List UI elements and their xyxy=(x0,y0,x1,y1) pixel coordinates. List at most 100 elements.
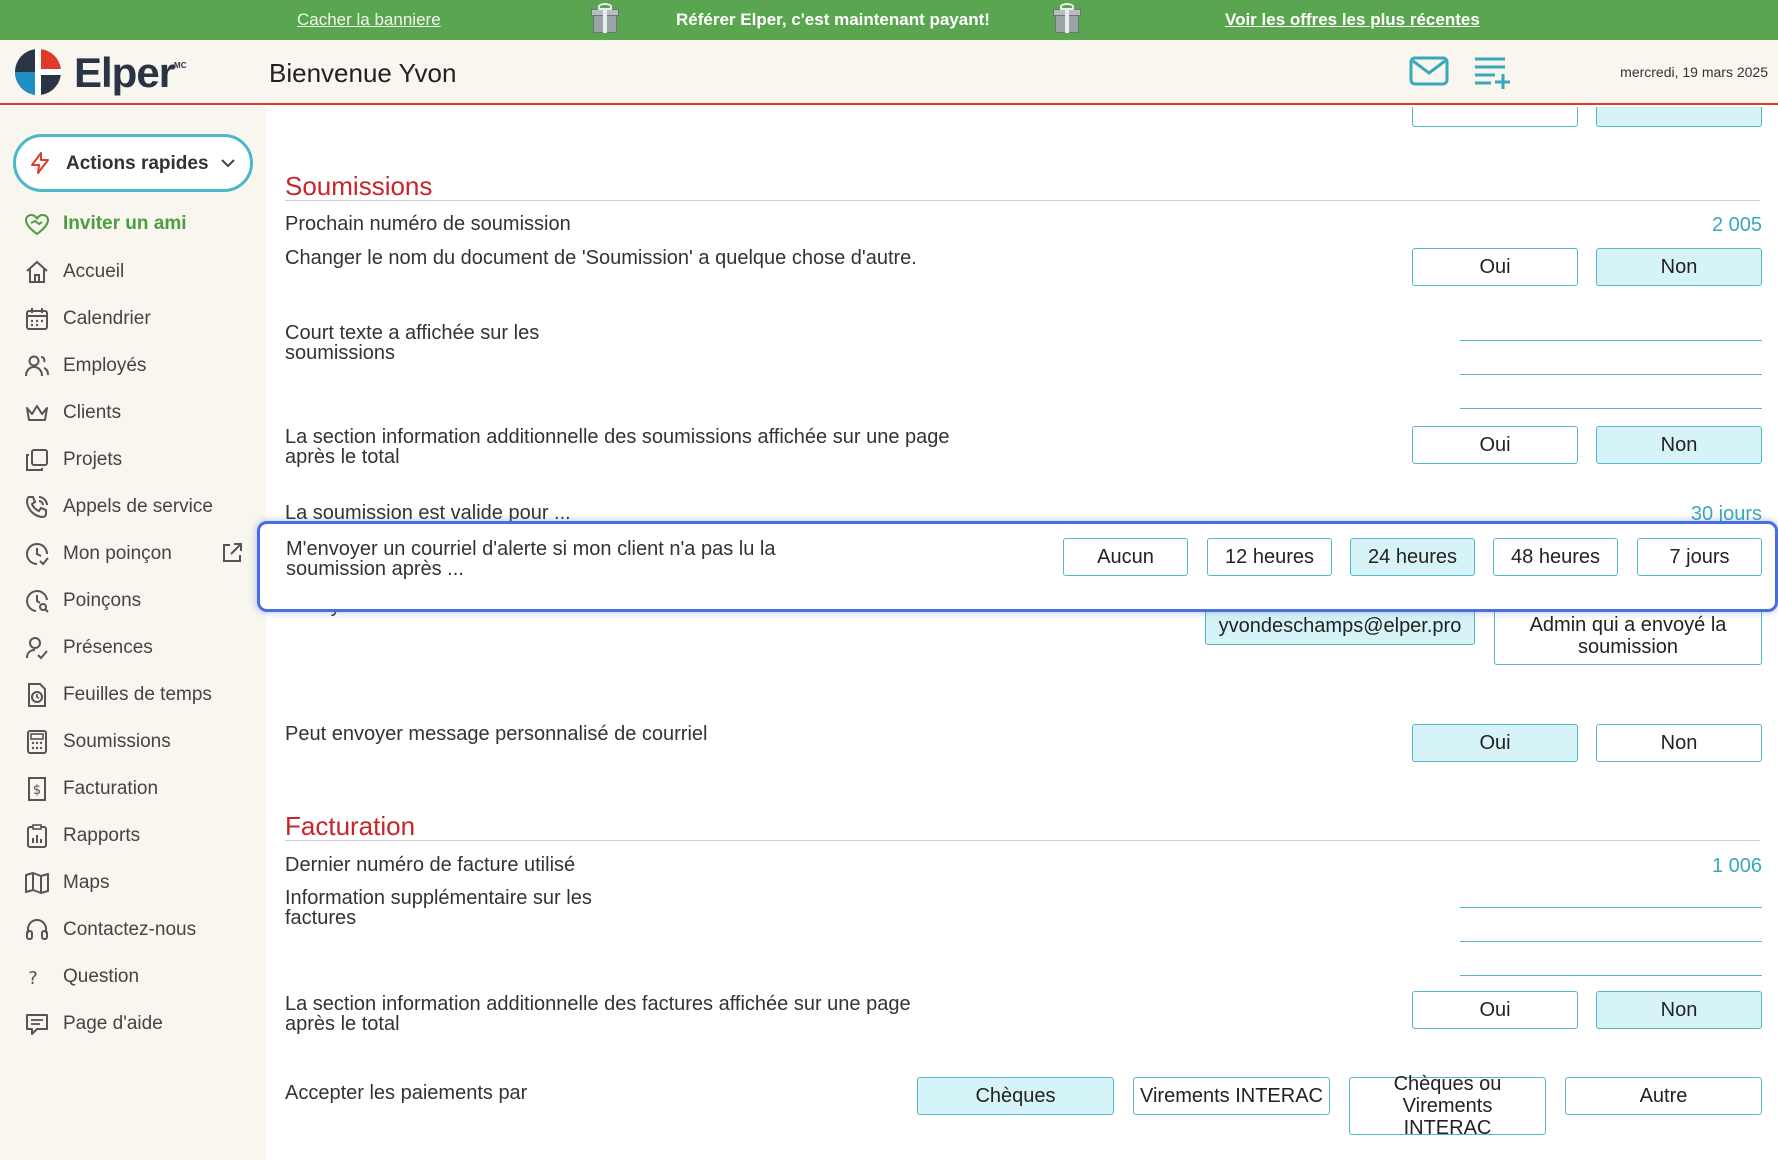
alert-delay-label: M'envoyer un courriel d'alerte si mon cl… xyxy=(286,538,776,580)
alert-option-24h[interactable]: 24 heures xyxy=(1350,538,1475,576)
headset-icon xyxy=(26,919,48,940)
alert-admin-button[interactable]: Admin qui a envoyé la soumission xyxy=(1494,607,1762,665)
last-invoice-number-label: Dernier numéro de facture utilisé xyxy=(285,854,576,876)
payment-interac-button[interactable]: Virements INTERAC xyxy=(1133,1077,1330,1115)
top-header: ElperMC Bienvenue Yvon mercredi, 19 mars… xyxy=(0,40,1778,105)
users-icon xyxy=(25,355,49,377)
sidebar-item-accueil[interactable]: Accueil xyxy=(24,255,254,289)
sidebar-item-soumissions[interactable]: Soumissions xyxy=(24,725,254,759)
invoice-info-yes-button[interactable]: Oui xyxy=(1412,991,1578,1029)
rename-yes-button[interactable]: Oui xyxy=(1412,248,1578,286)
sidebar-item-appels-service[interactable]: Appels de service xyxy=(24,490,254,524)
quote-info-yes-button[interactable]: Oui xyxy=(1412,426,1578,464)
sidebar-item-employes[interactable]: Employés xyxy=(24,349,254,383)
next-quote-number-label: Prochain numéro de soumission xyxy=(285,213,571,235)
short-text-input-line-3[interactable] xyxy=(1460,408,1762,409)
latest-offers-link[interactable]: Voir les offres les plus récentes xyxy=(1225,10,1480,30)
add-task-list-icon[interactable] xyxy=(1473,54,1511,90)
gift-icon xyxy=(590,3,620,35)
sidebar-item-page-aide[interactable]: Page d'aide xyxy=(24,1007,254,1041)
promo-banner: Cacher la banniere Référer Elper, c'est … xyxy=(0,0,1778,40)
sidebar-item-projets[interactable]: Projets xyxy=(24,443,254,477)
section-divider xyxy=(285,200,1760,201)
short-text-input-line-1[interactable] xyxy=(1460,340,1762,341)
calculator-icon xyxy=(27,730,47,754)
logo-wordmark: ElperMC xyxy=(74,49,187,96)
sidebar-item-question[interactable]: ? Question xyxy=(24,960,254,994)
alert-option-48h[interactable]: 48 heures xyxy=(1493,538,1618,576)
custom-message-no-button[interactable]: Non xyxy=(1596,724,1762,762)
sidebar-item-label: Clients xyxy=(63,402,122,423)
facturation-section-title: Facturation xyxy=(285,811,416,841)
clock-search-icon xyxy=(26,590,49,613)
quote-info-no-button[interactable]: Non xyxy=(1596,426,1762,464)
sidebar-item-label: Page d'aide xyxy=(63,1013,163,1034)
next-quote-number-value[interactable]: 2 005 xyxy=(1712,214,1762,237)
invoice-extra-input-line-3[interactable] xyxy=(1460,975,1762,976)
copy-icon xyxy=(26,449,48,471)
sidebar-item-poincons[interactable]: Poinçons xyxy=(24,584,254,618)
sidebar-item-label: Poinçons xyxy=(63,590,142,611)
receipt-dollar-icon: $ xyxy=(28,777,46,801)
sidebar-item-contactez-nous[interactable]: Contactez-nous xyxy=(24,913,254,947)
rename-document-label: Changer le nom du document de 'Soumissio… xyxy=(285,247,917,269)
sidebar-item-presences[interactable]: Présences xyxy=(24,631,254,665)
sidebar-item-label: Projets xyxy=(63,449,123,470)
alert-delay-row-highlight: M'envoyer un courriel d'alerte si mon cl… xyxy=(257,521,1778,612)
sidebar-item-maps[interactable]: Maps xyxy=(24,866,254,900)
quick-actions-label: Actions rapides xyxy=(66,153,209,174)
file-clock-icon xyxy=(28,683,46,707)
invoice-extra-info-label: Information supplémentaire sur les factur… xyxy=(285,887,592,929)
heart-handshake-icon xyxy=(24,213,50,236)
alert-email-button[interactable]: yvondeschamps@elper.pro xyxy=(1205,607,1475,645)
message-help-icon xyxy=(26,1014,48,1035)
sidebar-item-clients[interactable]: Clients xyxy=(24,396,254,430)
short-text-input-line-2[interactable] xyxy=(1460,374,1762,375)
sidebar-item-label: Calendrier xyxy=(63,308,151,329)
lightning-icon xyxy=(31,152,49,174)
invoice-info-no-button[interactable]: Non xyxy=(1596,991,1762,1029)
question-mark-icon: ? xyxy=(28,968,38,989)
sidebar-item-label: Question xyxy=(63,966,140,987)
svg-text:?: ? xyxy=(28,968,38,989)
welcome-text: Bienvenue Yvon xyxy=(269,58,457,88)
crown-icon xyxy=(26,405,48,421)
payment-cheques-or-interac-button[interactable]: Chèques ou Virements INTERAC xyxy=(1349,1073,1546,1139)
custom-email-message-label: Peut envoyer message personnalisé de cou… xyxy=(285,723,708,745)
sidebar-item-label: Mon poinçon xyxy=(63,543,172,564)
alert-option-12h[interactable]: 12 heures xyxy=(1207,538,1332,576)
sidebar-item-label: Rapports xyxy=(63,825,141,846)
sidebar-item-mon-poincon[interactable]: Mon poinçon xyxy=(24,537,254,571)
quick-actions-button[interactable]: Actions rapides xyxy=(13,134,253,192)
invoice-extra-input-line-1[interactable] xyxy=(1460,907,1762,908)
settings-content: Soumissions Prochain numéro de soumissio… xyxy=(266,107,1778,1160)
gift-icon xyxy=(1052,3,1082,35)
map-icon xyxy=(25,872,49,894)
section-divider xyxy=(285,840,1760,841)
sidebar-item-invite-friend[interactable]: Inviter un ami xyxy=(24,210,254,240)
partial-no-button[interactable] xyxy=(1596,107,1762,127)
external-link-icon[interactable] xyxy=(220,541,244,565)
custom-message-yes-button[interactable]: Oui xyxy=(1412,724,1578,762)
partial-yes-button[interactable] xyxy=(1412,107,1578,127)
phone-call-icon xyxy=(25,496,48,519)
sidebar-item-calendrier[interactable]: Calendrier xyxy=(24,302,254,336)
invoice-extra-input-line-2[interactable] xyxy=(1460,941,1762,942)
accept-payments-label: Accepter les paiements par xyxy=(285,1082,528,1104)
hide-banner-link[interactable]: Cacher la banniere xyxy=(297,10,441,30)
mail-icon[interactable] xyxy=(1409,56,1449,86)
chevron-down-icon xyxy=(221,159,235,168)
payment-cheques-button[interactable]: Chèques xyxy=(917,1077,1114,1115)
sidebar-item-label: Appels de service xyxy=(63,496,213,517)
invoice-info-section-label: La section information additionnelle des… xyxy=(285,993,911,1035)
elper-logo-icon[interactable] xyxy=(14,48,62,96)
rename-no-button[interactable]: Non xyxy=(1596,248,1762,286)
sidebar-item-feuilles-temps[interactable]: Feuilles de temps xyxy=(24,678,254,712)
sidebar-item-rapports[interactable]: Rapports xyxy=(24,819,254,853)
alert-option-7-jours[interactable]: 7 jours xyxy=(1637,538,1762,576)
sidebar-item-facturation[interactable]: $ Facturation xyxy=(24,772,254,806)
last-invoice-number-value[interactable]: 1 006 xyxy=(1712,855,1762,878)
quote-info-section-label: La section information additionnelle des… xyxy=(285,426,950,468)
alert-option-aucun[interactable]: Aucun xyxy=(1063,538,1188,576)
payment-other-button[interactable]: Autre xyxy=(1565,1077,1762,1115)
